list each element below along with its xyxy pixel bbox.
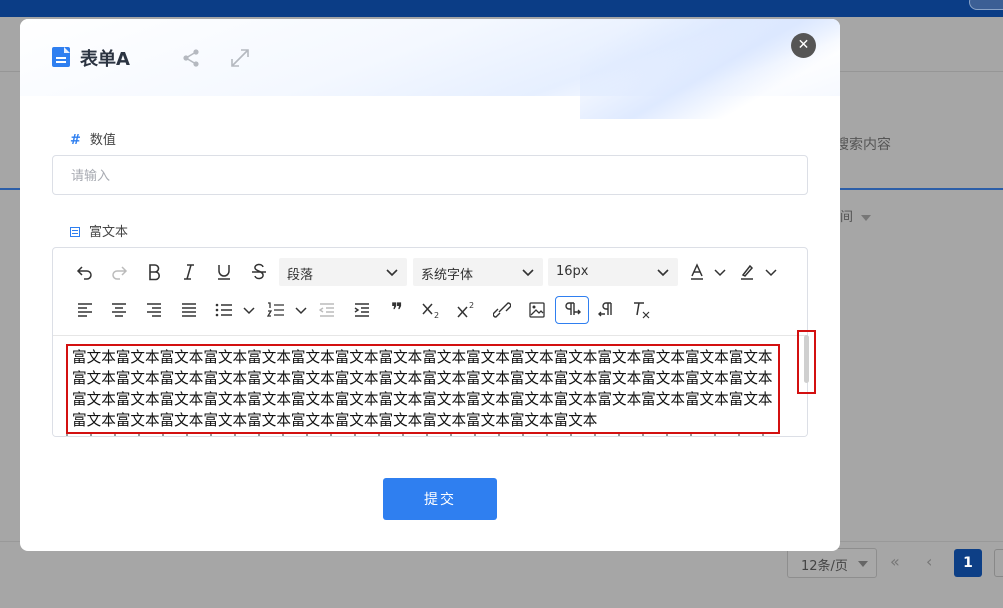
strikethrough-icon[interactable] xyxy=(245,259,273,285)
image-icon[interactable] xyxy=(523,297,551,323)
form-modal: 表单A ✕ # 数值 富文本 段落 系统字体 16px xyxy=(20,19,840,551)
modal-header: 表单A ✕ xyxy=(20,19,840,119)
page-number-current[interactable]: 1 xyxy=(954,549,982,577)
search-input[interactable]: 搜索内容 xyxy=(835,134,891,154)
modal-title: 表单A xyxy=(80,49,130,70)
svg-text:2: 2 xyxy=(434,311,439,319)
table-column-header[interactable]: 间 xyxy=(840,206,872,225)
sort-down-icon xyxy=(861,214,872,221)
chevron-down-icon xyxy=(858,561,868,567)
hash-icon: # xyxy=(70,133,81,148)
richtext-field-label: 富文本 xyxy=(70,221,128,240)
font-family-select[interactable]: 系统字体 xyxy=(413,258,543,286)
chevron-down-icon xyxy=(657,269,669,277)
content-overflow-line xyxy=(66,434,780,436)
ltr-direction-icon[interactable] xyxy=(555,296,589,324)
font-family-label: 系统字体 xyxy=(421,268,474,283)
highlight-color-icon[interactable] xyxy=(733,259,761,285)
editor-toolbar: 段落 系统字体 16px ❞ 2 2 xyxy=(53,248,807,336)
paragraph-select[interactable]: 段落 xyxy=(279,258,407,286)
editor-content-text[interactable]: 富文本富文本富文本富文本富文本富文本富文本富文本富文本富文本富文本富文本富文本富… xyxy=(66,344,780,434)
next-page-button[interactable] xyxy=(994,549,1003,577)
number-field-label: # 数值 xyxy=(70,129,116,148)
chevron-down-icon[interactable] xyxy=(765,266,777,278)
number-label-text: 数值 xyxy=(89,133,116,148)
richtext-icon xyxy=(70,227,80,237)
subscript-icon[interactable]: 2 xyxy=(418,297,446,323)
align-center-icon[interactable] xyxy=(105,297,133,323)
number-input[interactable] xyxy=(52,155,808,195)
indent-icon[interactable] xyxy=(348,297,376,323)
chevron-down-icon xyxy=(522,269,534,277)
undo-icon[interactable] xyxy=(71,259,99,285)
outdent-icon[interactable] xyxy=(313,297,341,323)
font-color-icon[interactable] xyxy=(683,259,711,285)
numbered-list-icon[interactable] xyxy=(262,297,290,323)
align-justify-icon[interactable] xyxy=(175,297,203,323)
first-page-icon[interactable]: « xyxy=(890,552,900,571)
document-icon xyxy=(52,47,70,67)
scrollbar-thumb[interactable] xyxy=(804,335,809,383)
rtl-direction-icon[interactable] xyxy=(593,297,621,323)
italic-icon[interactable] xyxy=(175,259,203,285)
fullscreen-icon[interactable] xyxy=(229,47,251,69)
prev-page-icon[interactable]: ‹ xyxy=(926,552,932,571)
underline-icon[interactable] xyxy=(210,259,238,285)
paragraph-select-label: 段落 xyxy=(287,268,314,283)
editor-content-area[interactable]: 富文本富文本富文本富文本富文本富文本富文本富文本富文本富文本富文本富文本富文本富… xyxy=(53,337,807,436)
chevron-down-icon[interactable] xyxy=(714,266,726,278)
bold-icon[interactable] xyxy=(140,259,168,285)
align-left-icon[interactable] xyxy=(71,297,99,323)
submit-button[interactable]: 提交 xyxy=(383,478,497,520)
close-button[interactable]: ✕ xyxy=(791,33,816,58)
richtext-label-text: 富文本 xyxy=(89,225,129,240)
app-top-bar xyxy=(0,0,1003,17)
link-icon[interactable] xyxy=(488,297,516,323)
chevron-down-icon xyxy=(386,269,398,277)
page-size-label: 12条/页 xyxy=(801,559,848,574)
bullet-list-icon[interactable] xyxy=(210,297,238,323)
chevron-down-icon[interactable] xyxy=(295,304,307,316)
font-size-select[interactable]: 16px xyxy=(548,258,678,286)
font-size-label: 16px xyxy=(556,264,589,279)
column-header-label: 间 xyxy=(840,210,854,225)
page-size-select[interactable]: 12条/页 xyxy=(787,548,877,578)
richtext-editor: 段落 系统字体 16px ❞ 2 2 富文本富文本富文本富文本富文本富文本富文本… xyxy=(52,247,808,437)
align-right-icon[interactable] xyxy=(140,297,168,323)
clear-format-icon[interactable] xyxy=(628,297,656,323)
blockquote-icon[interactable]: ❞ xyxy=(383,297,411,323)
svg-text:2: 2 xyxy=(469,301,474,310)
chevron-down-icon[interactable] xyxy=(243,304,255,316)
top-bar-pill[interactable] xyxy=(969,0,1003,10)
share-icon[interactable] xyxy=(181,48,201,68)
superscript-icon[interactable]: 2 xyxy=(453,297,481,323)
redo-icon[interactable] xyxy=(105,259,133,285)
